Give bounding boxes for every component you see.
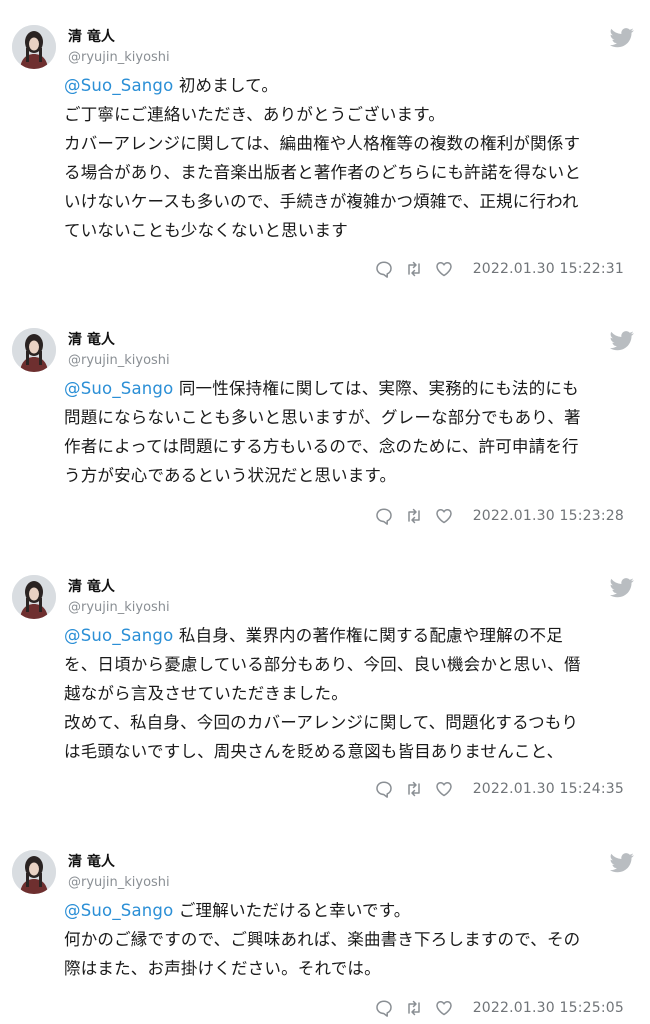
twitter-bird-icon[interactable] [610,331,634,351]
avatar[interactable] [12,575,56,619]
tweet-timestamp[interactable]: 2022.01.30 15:22:31 [473,261,624,277]
tweet-timestamp[interactable]: 2022.01.30 15:23:28 [473,508,624,524]
tweet-text: @Suo_Sango 私自身、業界内の著作権に関する配慮や理解の不足 を、日頃か… [64,621,640,766]
tweet-footer: 2022.01.30 15:22:31 [375,258,624,280]
tweet-card: 清 竜人 @ryujin_kiyoshi @Suo_Sango ご理解いただける… [0,850,650,1022]
mention-link[interactable]: @Suo_Sango [64,76,173,95]
author-name[interactable]: 清 竜人 [68,26,115,46]
author-name[interactable]: 清 竜人 [68,329,115,349]
tweet-line: いけないケースも多いので、手続きが複雑かつ煩雑で、正規に行われ [64,192,579,211]
retweet-icon[interactable] [405,999,423,1017]
reply-icon[interactable] [375,260,393,278]
tweet-footer: 2022.01.30 15:23:28 [375,505,624,527]
heart-icon[interactable] [435,780,453,798]
twitter-bird-icon[interactable] [610,853,634,873]
heart-icon[interactable] [435,507,453,525]
author-handle[interactable]: @ryujin_kiyoshi [68,50,170,65]
twitter-bird-icon[interactable] [610,28,634,48]
tweet-line: @Suo_Sango 同一性保持権に関しては、実際、実務的にも法的にも [64,379,579,398]
tweet-line: 問題にならないことも多いと思いますが、グレーな部分でもあり、著 [64,408,581,427]
mention-link[interactable]: @Suo_Sango [64,379,173,398]
tweet-line: う方が安心であるという状況だと思います。 [64,466,397,485]
tweet-line: 何かのご縁ですので、ご興味あれば、楽曲書き下ろしますので、その [64,930,581,949]
tweet-text: @Suo_Sango 初めまして。 ご丁寧にご連絡いただき、ありがとうございます… [64,71,640,245]
heart-icon[interactable] [435,999,453,1017]
heart-icon[interactable] [435,260,453,278]
tweet-line: @Suo_Sango 初めまして。 [64,76,279,95]
author-handle[interactable]: @ryujin_kiyoshi [68,875,170,890]
retweet-icon[interactable] [405,507,423,525]
tweet-text: @Suo_Sango ご理解いただけると幸いです。 何かのご縁ですので、ご興味あ… [64,896,640,983]
tweet-card: 清 竜人 @ryujin_kiyoshi @Suo_Sango 初めまして。 ご… [0,25,650,285]
reply-icon[interactable] [375,507,393,525]
tweet-footer: 2022.01.30 15:24:35 [375,778,624,800]
avatar[interactable] [12,25,56,69]
tweet-timestamp[interactable]: 2022.01.30 15:24:35 [473,781,624,797]
tweet-line: ご丁寧にご連絡いただき、ありがとうございます。 [64,105,445,124]
tweet-line: る場合があり、また音楽出版者と著作者のどちらにも許諾を得ないと [64,163,582,182]
retweet-icon[interactable] [405,780,423,798]
tweet-line: は毛頭ないですし、周央さんを貶める意図も皆目ありませんこと、 [64,742,564,761]
tweet-line: 越ながら言及させていただきました。 [64,684,348,703]
mention-link[interactable]: @Suo_Sango [64,626,173,645]
tweet-line: 改めて、私自身、今回のカバーアレンジに関して、問題化するつもり [64,713,579,732]
avatar[interactable] [12,850,56,894]
tweet-line: を、日頃から憂慮している部分もあり、今回、良い機会かと思い、僭 [64,655,581,674]
tweet-line: 作者によっては問題にする方もいるので、念のために、許可申請を行 [64,437,579,456]
tweet-line: ていないことも少なくないと思います [64,221,348,240]
avatar[interactable] [12,328,56,372]
tweet-timestamp[interactable]: 2022.01.30 15:25:05 [473,1000,624,1016]
tweet-card: 清 竜人 @ryujin_kiyoshi @Suo_Sango 私自身、業界内の… [0,575,650,805]
tweet-line: @Suo_Sango ご理解いただけると幸いです。 [64,901,411,920]
author-name[interactable]: 清 竜人 [68,851,115,871]
author-name[interactable]: 清 竜人 [68,576,115,596]
tweet-footer: 2022.01.30 15:25:05 [375,997,624,1019]
tweet-card: 清 竜人 @ryujin_kiyoshi @Suo_Sango 同一性保持権に関… [0,328,650,528]
mention-link[interactable]: @Suo_Sango [64,901,173,920]
tweet-line: 際はまた、お声掛けください。それでは。 [64,959,381,978]
reply-icon[interactable] [375,780,393,798]
reply-icon[interactable] [375,999,393,1017]
twitter-bird-icon[interactable] [610,578,634,598]
retweet-icon[interactable] [405,260,423,278]
author-handle[interactable]: @ryujin_kiyoshi [68,353,170,368]
author-handle[interactable]: @ryujin_kiyoshi [68,600,170,615]
tweet-line: @Suo_Sango 私自身、業界内の著作権に関する配慮や理解の不足 [64,626,563,645]
tweet-text: @Suo_Sango 同一性保持権に関しては、実際、実務的にも法的にも 問題にな… [64,374,640,490]
tweet-line: カバーアレンジに関しては、編曲権や人格権等の複数の権利が関係す [64,134,581,153]
